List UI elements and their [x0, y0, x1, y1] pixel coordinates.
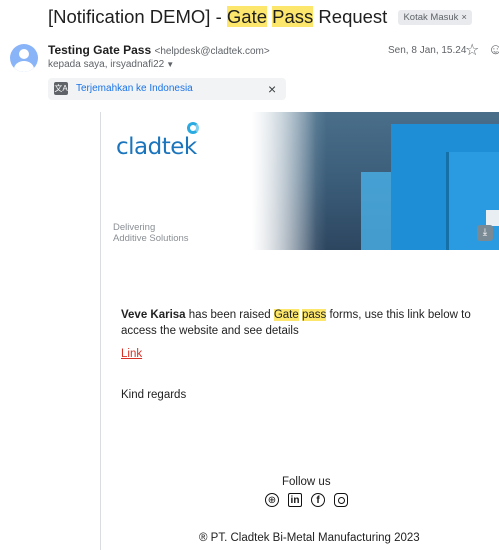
sender-name: Testing Gate Pass — [48, 43, 152, 57]
gate-pass-link[interactable]: Link — [121, 348, 142, 360]
subject-highlight-gate: Gate — [226, 6, 267, 27]
linkedin-icon[interactable]: in — [288, 493, 302, 507]
translate-icon: 文A — [54, 82, 68, 95]
tagline-line2: Additive Solutions — [113, 233, 189, 244]
chevron-down-icon[interactable]: ▼ — [166, 60, 174, 69]
instagram-icon[interactable] — [334, 493, 348, 507]
copyright-footer: ® PT. Cladtek Bi-Metal Manufacturing 202… — [199, 532, 420, 544]
download-icon[interactable]: ⤓ — [477, 225, 493, 241]
subject-prefix: [Notification DEMO] - — [48, 6, 227, 27]
email-date: Sen, 8 Jan, 15.24 — [388, 45, 467, 56]
sender-avatar — [10, 44, 38, 72]
cladtek-logo: cladtek — [116, 134, 197, 160]
message-text-before: has been raised — [185, 309, 274, 321]
recipient-line: kepada saya, irsyadnafi22 — [48, 59, 165, 70]
star-icon[interactable]: ☆ — [465, 40, 479, 60]
translate-link[interactable]: Terjemahkan ke Indonesia — [76, 83, 193, 94]
highlight-gate: Gate — [273, 309, 299, 321]
highlight-pass: pass — [301, 309, 327, 321]
logo-ring-icon — [187, 122, 199, 134]
emoji-react-icon[interactable]: ☺ — [488, 41, 499, 58]
email-subject: [Notification DEMO] - Gate Pass Request … — [48, 6, 472, 28]
facebook-icon[interactable]: f — [311, 493, 325, 507]
close-icon[interactable]: × — [268, 81, 276, 97]
follow-us-label: Follow us — [282, 476, 331, 488]
subject-suffix: Request — [313, 6, 388, 27]
inbox-label-text: Kotak Masuk — [403, 12, 459, 23]
cladtek-banner: cladtek Delivering Additive Solutions — [101, 112, 499, 250]
kind-regards: Kind regards — [121, 389, 187, 401]
subject-highlight-pass: Pass — [272, 6, 314, 27]
banner-tagline: Delivering Additive Solutions — [113, 222, 189, 244]
globe-icon[interactable]: ⊕ — [265, 493, 279, 507]
message-body: Veve Karisa has been raised Gate pass fo… — [121, 307, 481, 339]
remove-label-icon[interactable]: × — [461, 12, 467, 23]
inbox-label-chip[interactable]: Kotak Masuk × — [398, 10, 472, 25]
tagline-line1: Delivering — [113, 222, 156, 233]
recipient-details[interactable]: kepada saya, irsyadnafi22 ▼ — [48, 59, 174, 70]
requester-name: Veve Karisa — [121, 309, 186, 321]
sender-email: <helpdesk@cladtek.com> — [154, 46, 270, 57]
sender-line: Testing Gate Pass <helpdesk@cladtek.com> — [48, 43, 270, 57]
translate-bar: 文A Terjemahkan ke Indonesia × — [48, 78, 286, 100]
